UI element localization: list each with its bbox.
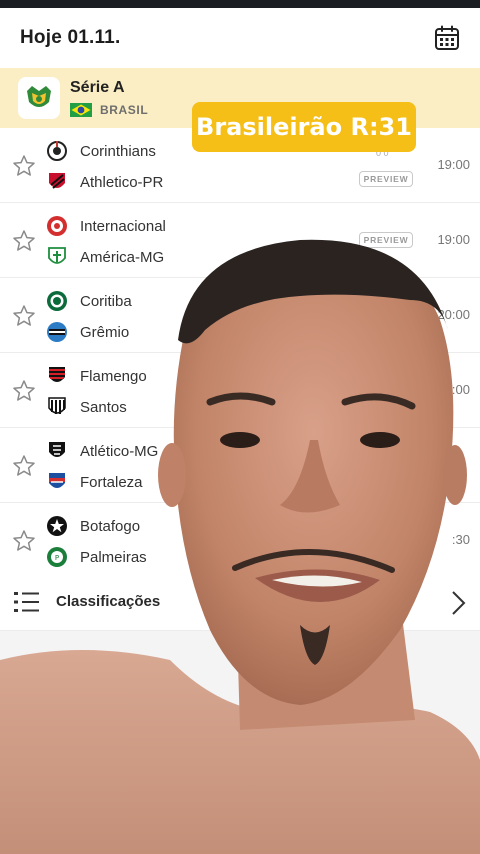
coritiba-crest-icon <box>47 291 67 311</box>
team-name: Palmeiras <box>80 548 147 566</box>
away-team: Santos <box>46 396 127 418</box>
league-country: BRASIL <box>70 103 148 117</box>
away-team: América-MG <box>46 246 164 268</box>
home-team: Flamengo <box>46 365 147 387</box>
standings-row[interactable]: Classificações <box>0 574 480 631</box>
home-team: Botafogo <box>46 515 140 537</box>
away-team: Athletico-PR <box>46 171 163 193</box>
svg-text:P: P <box>55 554 59 562</box>
team-name: Botafogo <box>80 517 141 535</box>
home-team: Coritiba <box>46 290 132 312</box>
team-name: Internacional <box>80 217 166 235</box>
standings-list-icon <box>14 592 39 612</box>
flamengo-crest-icon <box>49 367 65 382</box>
empty-area <box>0 631 480 854</box>
favorite-star-icon[interactable] <box>12 379 36 403</box>
gremio-crest-icon <box>47 322 67 342</box>
league-name: Série A <box>70 79 125 96</box>
match-row[interactable]: Coritiba Grêmio 20:00 <box>0 278 480 353</box>
favorite-star-icon[interactable] <box>12 229 36 253</box>
league-logo <box>18 77 60 119</box>
team-name: Grêmio <box>80 323 130 341</box>
favorite-star-icon[interactable] <box>12 529 36 553</box>
fortaleza-crest-icon <box>49 473 65 488</box>
match-time: 20:00 <box>437 307 470 322</box>
preview-badge[interactable]: PREVIEW <box>359 232 413 248</box>
match-time: 19:00 <box>437 157 470 172</box>
date-title: Hoje 01.11. <box>20 27 121 48</box>
favorite-star-icon[interactable] <box>12 454 36 478</box>
team-name: Corinthians <box>80 142 156 160</box>
favorite-star-icon[interactable] <box>12 304 36 328</box>
internacional-crest-icon <box>47 216 67 236</box>
home-team: Atlético-MG <box>46 440 158 462</box>
standings-label: Classificações <box>56 593 161 610</box>
status-bar <box>0 0 480 8</box>
calendar-icon[interactable] <box>434 25 460 51</box>
team-name: Flamengo <box>80 367 147 385</box>
match-time: :00 <box>451 382 470 397</box>
away-team: Fortaleza <box>46 471 143 493</box>
preview-badge[interactable]: PREVIEW <box>359 171 413 187</box>
team-name: Coritiba <box>80 292 132 310</box>
match-time: 19:00 <box>437 232 470 247</box>
app-header: Hoje 01.11. <box>0 8 480 68</box>
team-name: Atlético-MG <box>80 442 159 460</box>
favorite-star-icon[interactable] <box>12 154 36 178</box>
team-name: Athletico-PR <box>80 173 164 191</box>
botafogo-crest-icon <box>47 516 67 536</box>
away-team: P Palmeiras <box>46 546 147 568</box>
match-row[interactable]: Flamengo Santos :00 <box>0 353 480 428</box>
match-row[interactable]: Atlético-MG Fortaleza <box>0 428 480 503</box>
santos-crest-icon <box>48 397 66 414</box>
team-name: Fortaleza <box>80 473 143 491</box>
country-label: BRASIL <box>100 103 149 117</box>
team-name: América-MG <box>80 248 165 266</box>
team-name: Santos <box>80 398 127 416</box>
match-list: Corinthians Athletico-PR 0 0 PREVIEW 19:… <box>0 128 480 578</box>
palmeiras-crest-icon: P <box>47 547 67 567</box>
home-team: Corinthians <box>46 140 156 162</box>
america-mg-crest-icon <box>48 247 66 264</box>
home-team: Internacional <box>46 215 166 237</box>
match-time: :30 <box>451 532 470 547</box>
serie-a-logo <box>27 86 51 107</box>
brazil-flag-icon <box>70 103 92 117</box>
corinthians-crest-icon <box>47 141 67 161</box>
chevron-right-icon[interactable] <box>450 590 466 616</box>
match-row[interactable]: Internacional América-MG PREVIEW 19:00 <box>0 203 480 278</box>
atletico-mg-crest-icon <box>49 442 65 457</box>
away-team: Grêmio <box>46 321 129 343</box>
round-caption-overlay: Brasileirão R:31 <box>192 102 416 152</box>
match-row[interactable]: Botafogo P Palmeiras :30 <box>0 503 480 578</box>
athletico-crest-icon <box>49 173 65 189</box>
